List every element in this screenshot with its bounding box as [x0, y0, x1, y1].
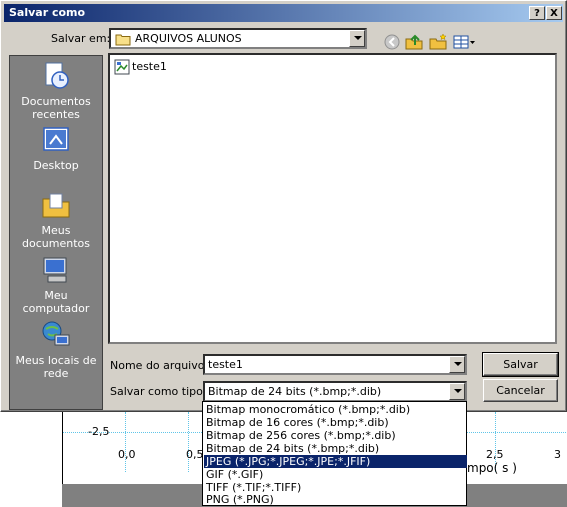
bitmap-file-icon: [114, 59, 130, 75]
chart-x-tick: 3: [554, 448, 561, 461]
dropdown-option[interactable]: PNG (*.PNG): [204, 493, 467, 506]
window-title: Salvar como: [9, 6, 86, 19]
my-computer-icon: [43, 257, 67, 283]
file-name: teste1: [132, 60, 167, 73]
chart-left-margin: [0, 412, 62, 507]
dropdown-option[interactable]: Bitmap monocromático (*.bmp;*.dib): [204, 403, 467, 416]
chart-x-tick: 0,0: [118, 448, 136, 461]
filetype-select[interactable]: Bitmap de 24 bits (*.bmp;*.dib): [203, 381, 467, 402]
network-places-icon: [42, 321, 70, 346]
place-label: Meus documentos: [22, 224, 90, 250]
save-as-dialog: Salvar como ? X Salvar em: ARQUIVOS ALUN…: [0, 0, 567, 412]
dropdown-option[interactable]: Bitmap de 256 cores (*.bmp;*.dib): [204, 429, 467, 442]
filetype-dropdown: Bitmap monocromático (*.bmp;*.dib) Bitma…: [202, 401, 467, 506]
back-icon[interactable]: [382, 33, 402, 51]
place-label: Meu computador: [22, 289, 90, 315]
new-folder-icon[interactable]: [428, 33, 448, 51]
view-menu-icon[interactable]: [452, 33, 476, 51]
close-button[interactable]: X: [546, 6, 562, 20]
filetype-label: Salvar como tipo:: [110, 385, 207, 398]
chart-y-tick: -2,5: [88, 425, 110, 438]
dropdown-option-selected[interactable]: JPEG (*.JPG;*.JPEG;*.JPE;*.JFIF): [204, 455, 467, 468]
file-list[interactable]: teste1: [108, 53, 557, 344]
help-button[interactable]: ?: [529, 6, 545, 20]
place-my-documents[interactable]: Meus documentos: [10, 189, 102, 250]
chevron-down-icon[interactable]: [449, 383, 465, 400]
place-label: Meus locais de rede: [15, 354, 97, 380]
recent-documents-icon: [45, 62, 69, 89]
folder-icon: [115, 34, 131, 46]
dropdown-option[interactable]: Bitmap de 24 bits (*.bmp;*.dib): [204, 442, 467, 455]
dropdown-option[interactable]: GIF (*.GIF): [204, 468, 467, 481]
place-recent-documents[interactable]: Documentos recentes: [10, 60, 102, 121]
filename-input[interactable]: teste1: [203, 354, 467, 375]
place-network[interactable]: Meus locais de rede: [10, 319, 102, 380]
cancel-button[interactable]: Cancelar: [483, 379, 558, 402]
chart-gridline: [188, 412, 190, 472]
place-desktop[interactable]: Desktop: [10, 124, 102, 172]
filetype-value: Bitmap de 24 bits (*.bmp;*.dib): [208, 385, 382, 398]
places-bar: Documentos recentes Desktop Meus documen…: [9, 55, 103, 410]
place-label: Desktop: [33, 159, 79, 172]
chevron-down-icon[interactable]: [349, 30, 365, 47]
save-button[interactable]: Salvar: [482, 352, 559, 377]
my-documents-icon: [42, 193, 70, 218]
desktop-icon: [43, 127, 69, 151]
place-my-computer[interactable]: Meu computador: [10, 254, 102, 315]
chart-x-tick: 0,5: [186, 448, 204, 461]
filename-label: Nome do arquivo:: [110, 359, 209, 372]
save-in-combo[interactable]: ARQUIVOS ALUNOS: [109, 28, 367, 49]
chevron-down-icon[interactable]: [449, 356, 465, 373]
dropdown-option[interactable]: Bitmap de 16 cores (*.bmp;*.dib): [204, 416, 467, 429]
save-in-value: ARQUIVOS ALUNOS: [135, 32, 242, 45]
chart-gridline: [125, 412, 127, 472]
title-bar[interactable]: Salvar como ? X: [4, 4, 563, 22]
save-in-label: Salvar em:: [51, 32, 111, 45]
filename-value: teste1: [208, 358, 243, 371]
chart-x-label: mpo( s ): [467, 461, 517, 475]
place-label: Documentos recentes: [21, 95, 91, 121]
chart-x-tick: 2,5: [486, 448, 504, 461]
up-folder-icon[interactable]: [404, 33, 424, 51]
